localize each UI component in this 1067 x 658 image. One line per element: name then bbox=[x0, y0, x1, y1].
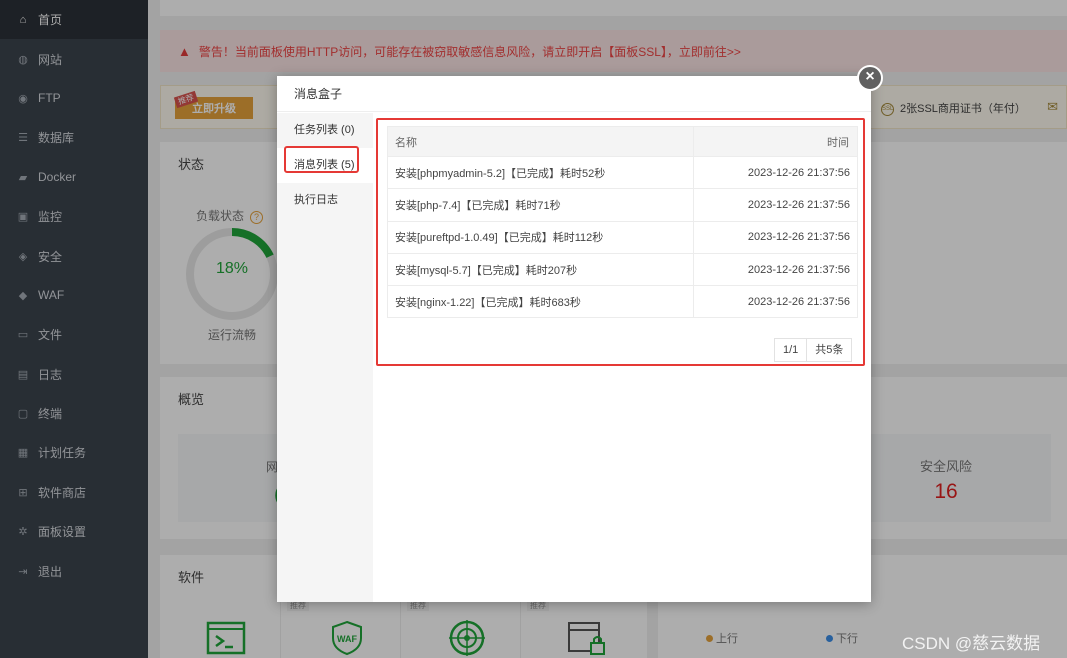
row-time: 2023-12-26 21:37:56 bbox=[692, 285, 859, 319]
row-time: 2023-12-26 21:37:56 bbox=[692, 156, 859, 190]
tab-task-list[interactable]: 任务列表 (0) bbox=[277, 113, 373, 148]
total-count: 共5条 bbox=[815, 344, 844, 356]
tab-execution-log[interactable]: 执行日志 bbox=[277, 183, 373, 218]
table-row[interactable]: 安装[pureftpd-1.0.49]【已完成】耗时112秒 2023-12-26… bbox=[387, 221, 859, 254]
row-name: 安装[nginx-1.22]【已完成】耗时683秒 bbox=[387, 285, 694, 319]
table-header-row: 名称 时间 bbox=[387, 126, 859, 157]
row-name: 安装[phpmyadmin-5.2]【已完成】耗时52秒 bbox=[387, 156, 694, 190]
dialog-title: 消息盒子 bbox=[277, 76, 871, 112]
col-time-header: 时间 bbox=[692, 126, 859, 157]
pagination: 1/1 共5条 bbox=[774, 338, 853, 362]
row-time: 2023-12-26 21:37:56 bbox=[692, 253, 859, 287]
col-name-header: 名称 bbox=[387, 126, 694, 157]
table-row[interactable]: 安装[php-7.4]【已完成】耗时71秒 2023-12-26 21:37:56 bbox=[387, 188, 859, 222]
row-time: 2023-12-26 21:37:56 bbox=[692, 221, 859, 254]
message-box-dialog: 消息盒子 × 任务列表 (0) 消息列表 (5) 执行日志 名称 时间 安装[p… bbox=[277, 65, 883, 602]
dialog-tab-list: 任务列表 (0) 消息列表 (5) 执行日志 bbox=[277, 113, 373, 602]
row-name: 安装[php-7.4]【已完成】耗时71秒 bbox=[387, 188, 694, 222]
table-row[interactable]: 安装[phpmyadmin-5.2]【已完成】耗时52秒 2023-12-26 2… bbox=[387, 156, 859, 190]
watermark-text: CSDN @慈云数据 bbox=[902, 634, 1041, 653]
row-name: 安装[pureftpd-1.0.49]【已完成】耗时112秒 bbox=[387, 221, 694, 254]
row-time: 2023-12-26 21:37:56 bbox=[692, 188, 859, 222]
message-table: 名称 时间 安装[phpmyadmin-5.2]【已完成】耗时52秒 2023-1… bbox=[387, 126, 859, 319]
table-row[interactable]: 安装[nginx-1.22]【已完成】耗时683秒 2023-12-26 21:3… bbox=[387, 285, 859, 319]
close-icon[interactable]: × bbox=[857, 65, 883, 91]
table-row[interactable]: 安装[mysql-5.7]【已完成】耗时207秒 2023-12-26 21:37… bbox=[387, 253, 859, 287]
tab-highlight-box bbox=[284, 146, 359, 173]
page-indicator[interactable]: 1/1 bbox=[775, 339, 808, 361]
row-name: 安装[mysql-5.7]【已完成】耗时207秒 bbox=[387, 253, 694, 287]
